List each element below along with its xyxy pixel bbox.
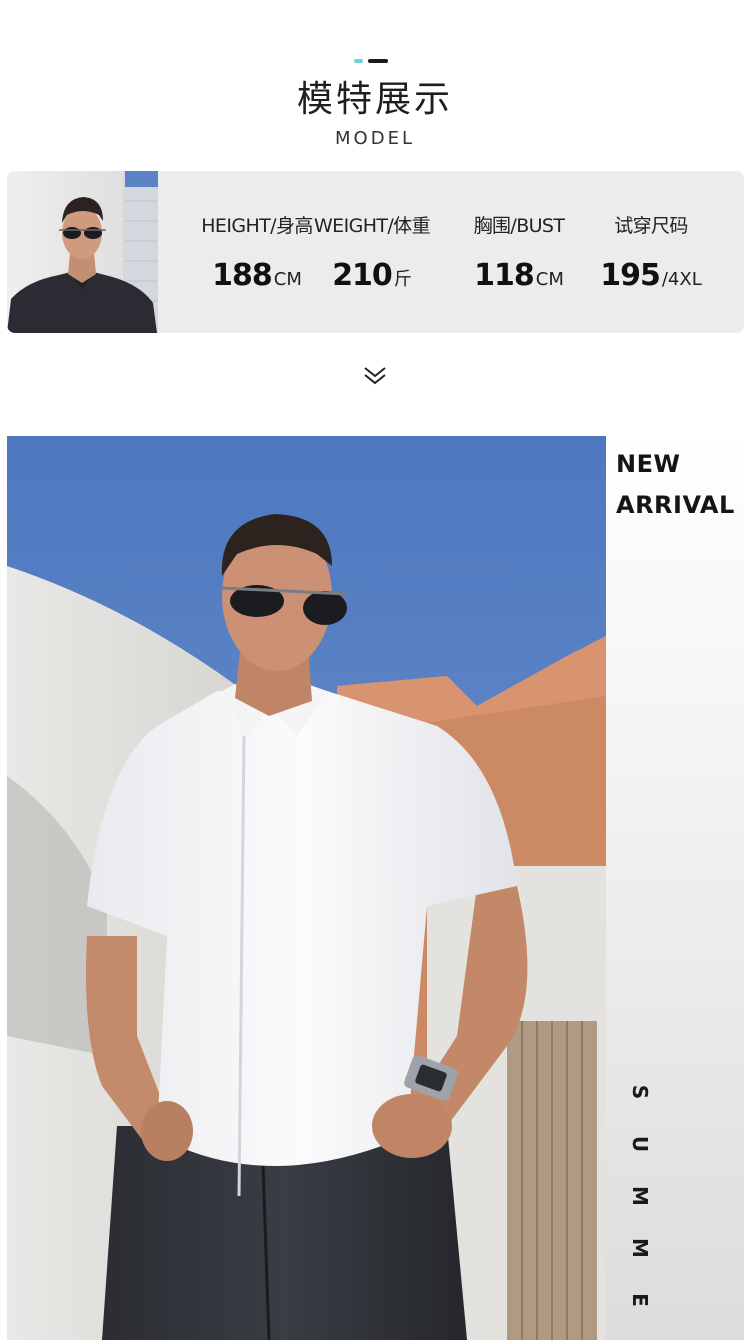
summer-letter: M xyxy=(628,1238,652,1258)
new-arrival-line: NEW xyxy=(616,450,681,478)
stat-weight-block: WEIGHT/体重 210 斤 xyxy=(297,211,447,293)
section-title: 模特展示 xyxy=(296,79,453,120)
summer-vertical-text: S U M M E R xyxy=(614,1066,652,1340)
stat-unit: 斤 xyxy=(393,269,412,290)
summer-letter: U xyxy=(628,1135,652,1153)
stat-bust: 胸围/BUST 118 CM xyxy=(444,211,594,293)
stat-value: 195 xyxy=(600,258,661,293)
summer-letter: E xyxy=(628,1293,652,1307)
stat-label: WEIGHT/体重 xyxy=(313,215,431,237)
stat-label: 胸围/BUST xyxy=(473,215,565,237)
double-chevron-down-icon xyxy=(362,365,388,387)
model-stats-card: HEIGHT/身高 188 CM WEIGHT/体重 210 斤 胸围/BUST 1… xyxy=(7,171,744,333)
stat-unit: CM xyxy=(535,269,564,290)
title-accent xyxy=(354,59,388,63)
stat-unit: /4XL xyxy=(661,269,702,290)
new-arrival-heading: NEW ARRIVAL xyxy=(616,444,735,526)
stat-size: 试穿尺码 195/4XL xyxy=(576,211,726,293)
stat-label: 试穿尺码 xyxy=(614,215,688,237)
hero-model-photo xyxy=(7,436,606,1340)
section-subtitle: MODEL xyxy=(335,128,415,149)
accent-dash-teal xyxy=(354,59,363,63)
stat-value: 210 xyxy=(332,258,393,293)
summer-letter: M xyxy=(628,1186,652,1206)
accent-dash-dark xyxy=(368,59,388,63)
summer-letter: S xyxy=(628,1084,652,1100)
model-thumbnail xyxy=(7,171,158,333)
stat-value: 118 xyxy=(474,258,535,293)
stat-value: 188 xyxy=(212,258,273,293)
hero-side-panel: NEW ARRIVAL S U M M E R xyxy=(606,436,744,1340)
new-arrival-line: ARRIVAL xyxy=(616,491,735,519)
